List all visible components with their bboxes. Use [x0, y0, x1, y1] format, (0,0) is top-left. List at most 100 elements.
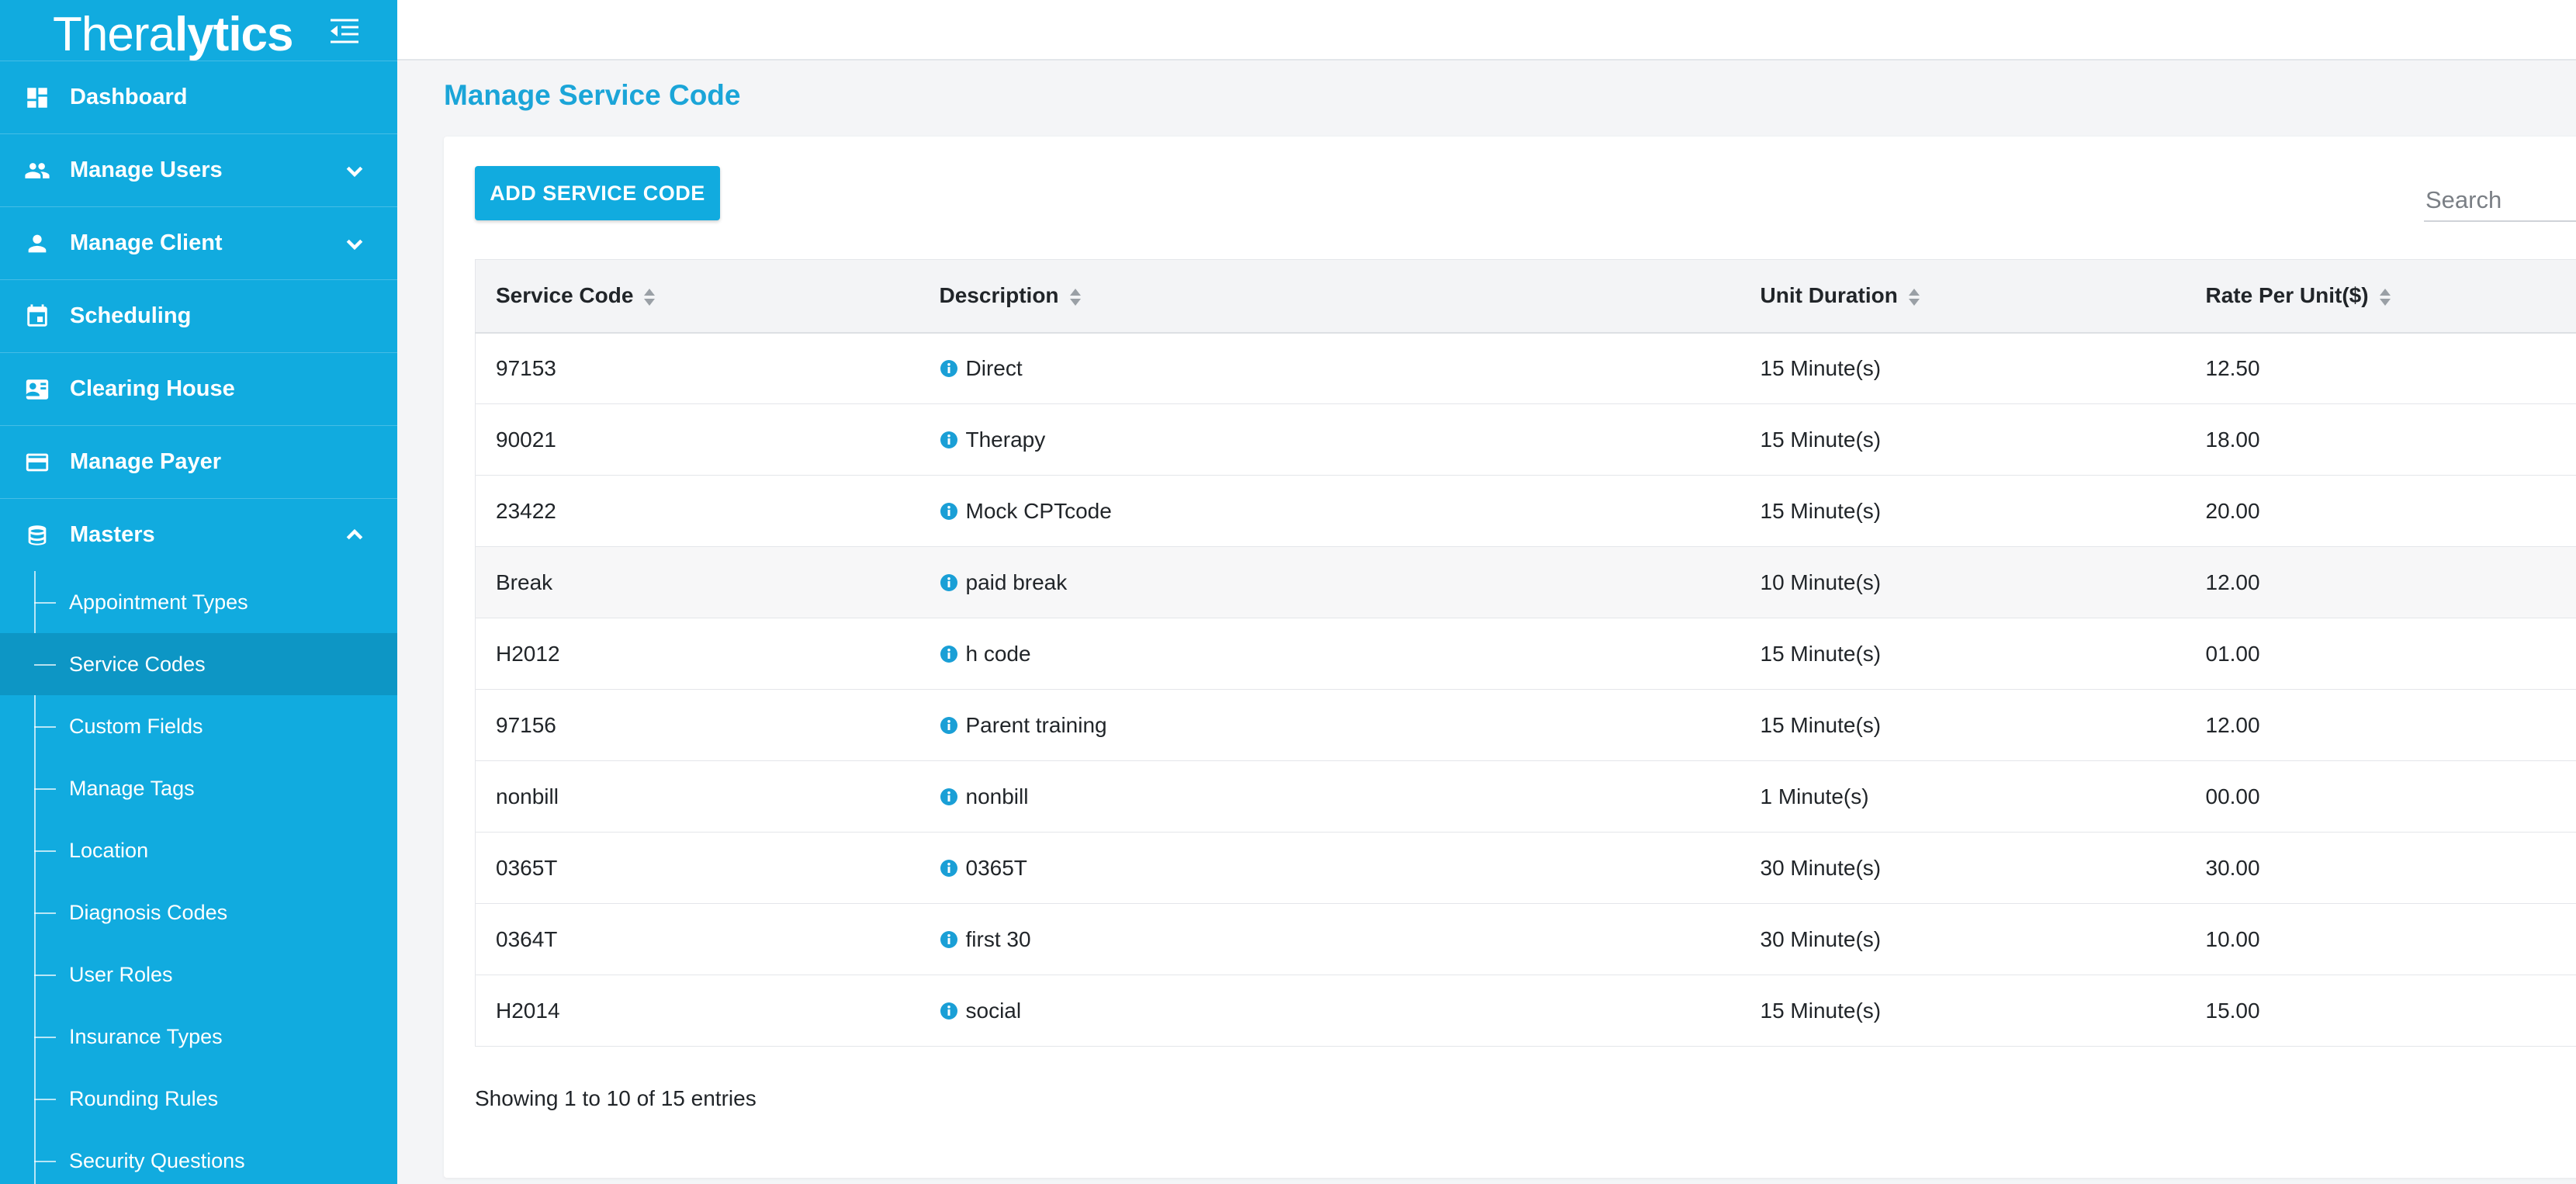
- subnav-item-location[interactable]: Location: [0, 819, 397, 881]
- chevron-up-icon: [343, 524, 366, 547]
- sort-icon: [642, 287, 656, 307]
- dashboard-icon: [23, 84, 51, 112]
- subnav-item-rounding-rules[interactable]: Rounding Rules: [0, 1068, 397, 1130]
- cell-description: h code: [919, 618, 1740, 690]
- id-card-icon: [23, 376, 51, 403]
- brand: Theralytics: [0, 0, 397, 61]
- subnav-item-diagnosis-codes[interactable]: Diagnosis Codes: [0, 881, 397, 943]
- cell-rate-per-unit: 18.00: [2185, 403, 2576, 476]
- calendar-icon: [23, 303, 51, 331]
- info-icon[interactable]: [940, 787, 958, 805]
- cell-unit-duration: 15 Minute(s): [1740, 618, 2186, 690]
- sidebar-item-scheduling[interactable]: Scheduling: [0, 279, 397, 352]
- sidebar-item-label: Manage Users: [70, 158, 223, 182]
- subnav-item-service-codes[interactable]: Service Codes: [0, 633, 397, 695]
- cell-unit-duration: 15 Minute(s): [1740, 975, 2186, 1047]
- table-row[interactable]: 0365T 0365T 30 Minute(s) 30.00: [475, 832, 2576, 904]
- cell-unit-duration: 15 Minute(s): [1740, 332, 2186, 404]
- info-icon[interactable]: [940, 358, 958, 377]
- info-icon[interactable]: [940, 715, 958, 734]
- sidebar: Theralytics Dashboard Manage Users Manag…: [0, 0, 397, 1184]
- pagination-info: Showing 1 to 10 of 15 entries: [475, 1086, 757, 1110]
- info-icon[interactable]: [940, 430, 958, 448]
- table-header-row: Service Code Description Unit Duration R…: [475, 259, 2576, 334]
- subnav-item-insurance-types[interactable]: Insurance Types: [0, 1006, 397, 1068]
- table-row[interactable]: H2012 h code 15 Minute(s) 01.00: [475, 618, 2576, 690]
- info-icon[interactable]: [940, 501, 958, 520]
- cell-description: social: [919, 975, 1740, 1047]
- column-header-service-code[interactable]: Service Code: [475, 259, 919, 334]
- table-row[interactable]: 97156 Parent training 15 Minute(s) 12.00: [475, 689, 2576, 761]
- cell-rate-per-unit: 12.00: [2185, 546, 2576, 618]
- subnav-item-custom-fields[interactable]: Custom Fields: [0, 695, 397, 757]
- cell-unit-duration: 15 Minute(s): [1740, 475, 2186, 547]
- cell-service-code: 97153: [475, 332, 919, 404]
- sidebar-item-dashboard[interactable]: Dashboard: [0, 61, 397, 133]
- users-icon: [23, 157, 51, 185]
- info-icon[interactable]: [940, 1001, 958, 1020]
- table-row[interactable]: 97153 Direct 15 Minute(s) 12.50: [475, 332, 2576, 404]
- subnav-item-manage-tags[interactable]: Manage Tags: [0, 757, 397, 819]
- collapse-sidebar-icon[interactable]: [329, 17, 360, 45]
- table-row[interactable]: 23422 Mock CPTcode 15 Minute(s) 20.00: [475, 475, 2576, 547]
- sidebar-item-manage-users[interactable]: Manage Users: [0, 133, 397, 206]
- page-title: Manage Service Code: [444, 79, 741, 111]
- top-bar: [397, 0, 2576, 61]
- table-row[interactable]: H2014 social 15 Minute(s) 15.00: [475, 975, 2576, 1047]
- masters-subnav: Appointment Types Service Codes Custom F…: [0, 571, 397, 1184]
- table-row[interactable]: 0364T first 30 30 Minute(s) 10.00: [475, 903, 2576, 975]
- cell-unit-duration: 15 Minute(s): [1740, 689, 2186, 761]
- sidebar-item-clearing-house[interactable]: Clearing House: [0, 352, 397, 425]
- cell-description: Parent training: [919, 689, 1740, 761]
- cell-description: paid break: [919, 546, 1740, 618]
- sidebar-item-label: Scheduling: [70, 303, 192, 328]
- search-input[interactable]: [2424, 180, 2576, 222]
- cell-service-code: 23422: [475, 475, 919, 547]
- cell-rate-per-unit: 20.00: [2185, 475, 2576, 547]
- cell-rate-per-unit: 12.00: [2185, 689, 2576, 761]
- cell-description: first 30: [919, 903, 1740, 975]
- sidebar-item-label: Clearing House: [70, 376, 235, 401]
- sidebar-item-label: Masters: [70, 522, 155, 547]
- cell-description: Mock CPTcode: [919, 475, 1740, 547]
- cell-description: nonbill: [919, 760, 1740, 833]
- credit-card-icon: [23, 448, 51, 476]
- sort-icon: [1907, 287, 1921, 307]
- cell-description: Therapy: [919, 403, 1740, 476]
- cell-service-code: 0365T: [475, 832, 919, 904]
- cell-service-code: 0364T: [475, 903, 919, 975]
- table-row[interactable]: 90021 Therapy 15 Minute(s) 18.00: [475, 403, 2576, 476]
- cell-service-code: nonbill: [475, 760, 919, 833]
- cell-service-code: H2012: [475, 618, 919, 690]
- database-icon: [23, 521, 51, 549]
- subnav-item-security-questions[interactable]: Security Questions: [0, 1130, 397, 1184]
- info-icon[interactable]: [940, 930, 958, 948]
- table-row[interactable]: Break paid break 10 Minute(s) 12.00: [475, 546, 2576, 618]
- sort-icon: [1068, 287, 1082, 307]
- cell-service-code: H2014: [475, 975, 919, 1047]
- cell-unit-duration: 30 Minute(s): [1740, 832, 2186, 904]
- info-icon[interactable]: [940, 858, 958, 877]
- cell-service-code: 97156: [475, 689, 919, 761]
- info-icon[interactable]: [940, 573, 958, 591]
- column-header-rate-per-unit[interactable]: Rate Per Unit($): [2185, 259, 2576, 334]
- cell-rate-per-unit: 01.00: [2185, 618, 2576, 690]
- table-row[interactable]: nonbill nonbill 1 Minute(s) 00.00: [475, 760, 2576, 833]
- chevron-down-icon: [343, 232, 366, 255]
- sidebar-item-manage-client[interactable]: Manage Client: [0, 206, 397, 279]
- column-header-unit-duration[interactable]: Unit Duration: [1740, 259, 2186, 334]
- sidebar-item-masters[interactable]: Masters: [0, 498, 397, 571]
- info-icon[interactable]: [940, 644, 958, 663]
- subnav-item-appointment-types[interactable]: Appointment Types: [0, 571, 397, 633]
- cell-rate-per-unit: 12.50: [2185, 332, 2576, 404]
- cell-rate-per-unit: 15.00: [2185, 975, 2576, 1047]
- column-header-description[interactable]: Description: [919, 259, 1740, 334]
- sidebar-item-label: Manage Client: [70, 230, 223, 255]
- service-code-table: Service Code Description Unit Duration R…: [475, 259, 2576, 1047]
- sidebar-item-manage-payer[interactable]: Manage Payer: [0, 425, 397, 498]
- cell-service-code: 90021: [475, 403, 919, 476]
- cell-description: Direct: [919, 332, 1740, 404]
- sort-icon: [2378, 287, 2392, 307]
- subnav-item-user-roles[interactable]: User Roles: [0, 943, 397, 1006]
- add-service-code-button[interactable]: ADD SERVICE CODE: [475, 166, 720, 220]
